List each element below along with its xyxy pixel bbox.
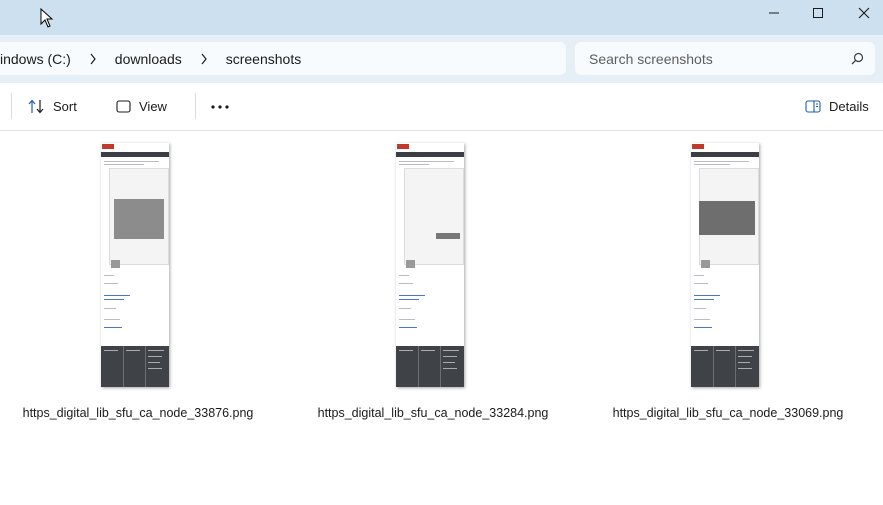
more-icon [211,104,229,109]
file-thumbnail [101,143,169,387]
details-pane-icon [805,100,821,113]
file-grid: https_digital_lib_sfu_ca_node_33876.png [0,131,883,505]
maximize-button[interactable] [795,0,841,26]
close-button[interactable] [841,0,883,26]
sort-label: Sort [53,99,77,114]
chevron-right-icon [89,53,97,65]
breadcrumb-downloads[interactable]: downloads [115,51,182,67]
search-icon[interactable] [851,52,864,65]
title-bar [0,0,883,35]
minimize-icon [769,12,779,14]
sort-button[interactable]: Sort [28,83,77,130]
address-row: indows (C:) downloads screenshots Search… [0,35,883,83]
file-name[interactable]: https_digital_lib_sfu_ca_node_33069.png [593,406,863,420]
breadcrumb-screenshots[interactable]: screenshots [226,51,301,67]
view-label: View [139,99,167,114]
toolbar-divider [11,93,12,119]
file-name[interactable]: https_digital_lib_sfu_ca_node_33876.png [3,406,273,420]
mouse-cursor-icon [40,8,54,28]
toolbar-divider [195,93,196,119]
breadcrumb-drive[interactable]: indows (C:) [0,51,71,67]
command-bar: Sort View Details [0,83,883,131]
breadcrumb[interactable]: indows (C:) downloads screenshots [0,42,566,75]
more-options-button[interactable] [211,83,237,130]
sort-icon [28,99,44,114]
chevron-right-icon [200,53,208,65]
details-button[interactable]: Details [805,83,869,130]
minimize-button[interactable] [751,0,797,26]
file-thumbnail [396,143,464,387]
file-thumbnail [691,143,759,387]
close-icon [858,7,870,19]
search-input[interactable]: Search screenshots [575,42,875,75]
maximize-icon [813,8,823,18]
view-icon [116,100,131,113]
view-button[interactable]: View [116,83,167,130]
details-label: Details [829,99,869,114]
search-placeholder: Search screenshots [589,50,713,67]
file-name[interactable]: https_digital_lib_sfu_ca_node_33284.png [298,406,568,420]
